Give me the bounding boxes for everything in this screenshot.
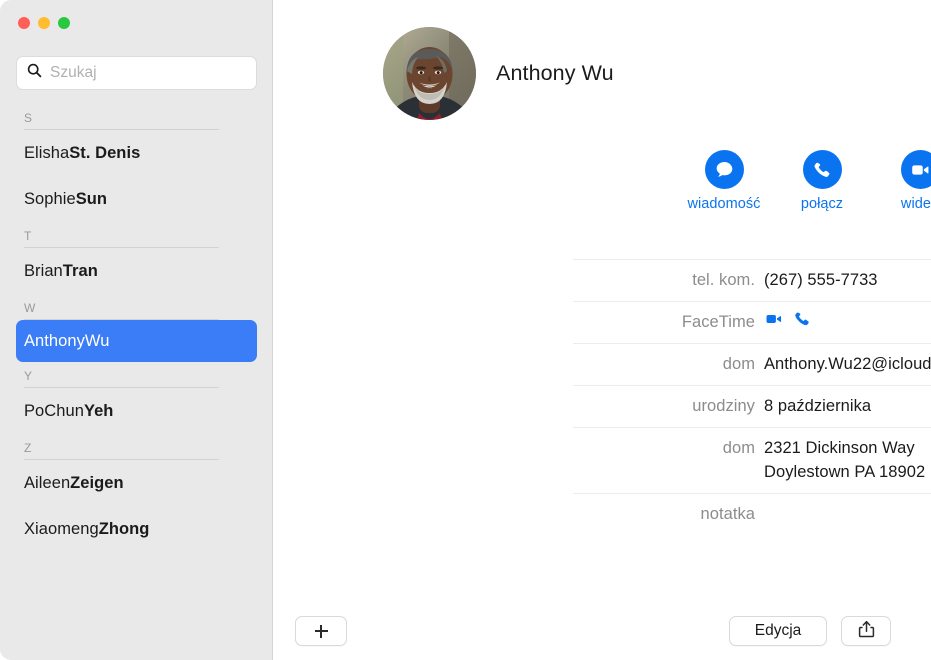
contact-given-name: Aileen (24, 473, 71, 492)
action-label: połącz (800, 196, 844, 212)
contact-given-name: PoChun (24, 401, 84, 420)
contact-list-item[interactable]: Brian Tran (0, 248, 272, 294)
field-value-icons (764, 310, 931, 334)
contact-list-item[interactable]: PoChun Yeh (0, 388, 272, 434)
field-label: urodziny (692, 397, 755, 415)
contact-family-name: Zhong (98, 519, 150, 538)
contact-given-name: Xiaomeng (24, 519, 99, 538)
maximize-window-button[interactable] (58, 17, 70, 29)
action-label: wideo (900, 196, 931, 212)
section-header-s: S (0, 104, 272, 130)
field-row[interactable]: urodziny 8 października (573, 386, 931, 428)
contact-list-item[interactable]: Aileen Zeigen (0, 460, 272, 506)
field-label: notatka (700, 505, 755, 523)
contact-list-item[interactable]: Anthony Wu (16, 320, 257, 362)
section-header-z: Z (0, 434, 272, 460)
action-wideo[interactable]: wideo (871, 150, 931, 212)
contact-family-name: Zeigen (70, 473, 124, 492)
section-letter: S (24, 111, 33, 125)
contact-name: Anthony Wu (496, 61, 614, 85)
section-letter: W (24, 301, 36, 315)
section-letter: Z (24, 441, 32, 455)
edit-button-label: Edycja (754, 622, 802, 639)
field-row[interactable]: FaceTime (573, 302, 931, 344)
field-value[interactable]: (267) 555-7733 (764, 268, 931, 292)
contact-family-name: Tran (62, 261, 98, 280)
contact-family-name: St. Denis (69, 143, 141, 162)
field-label: tel. kom. (692, 271, 755, 289)
address-line-2: Doylestown PA 18902 (764, 463, 926, 481)
bottom-toolbar: Edycja (273, 598, 931, 660)
phone-icon[interactable] (802, 150, 842, 189)
plus-icon (314, 624, 328, 638)
contact-list-item[interactable]: Elisha St. Denis (0, 130, 272, 176)
section-header-t: T (0, 222, 272, 248)
minimize-window-button[interactable] (38, 17, 50, 29)
field-row[interactable]: notatka (573, 494, 931, 535)
field-value[interactable]: 2321 Dickinson Way Doylestown PA 18902 (764, 436, 931, 484)
window-controls (18, 17, 70, 29)
contact-family-name: Sun (75, 189, 108, 208)
quick-actions: wiadomość połącz wideo email (675, 150, 931, 212)
contact-given-name: Anthony (24, 331, 85, 350)
contact-given-name: Elisha (24, 143, 70, 162)
contact-given-name: Brian (24, 261, 63, 280)
section-header-w: W (0, 294, 272, 320)
edit-button[interactable]: Edycja (729, 616, 827, 646)
facetime-audio-icon[interactable] (793, 310, 811, 335)
contact-list-item[interactable]: Xiaomeng Zhong (0, 506, 272, 552)
field-label: dom (722, 439, 755, 457)
facetime-video-icon[interactable] (764, 309, 784, 336)
close-window-button[interactable] (18, 17, 30, 29)
contact-header: Anthony Wu (383, 27, 614, 120)
search-input[interactable] (50, 64, 240, 82)
field-row[interactable]: tel. kom. (267) 555-7733 (573, 259, 931, 302)
contact-detail-pane: Anthony Wu wiadomość połącz wideo email … (273, 0, 931, 660)
field-label: FaceTime (681, 313, 755, 331)
sidebar: SElisha St. DenisSophie SunTBrian TranWA… (0, 0, 273, 660)
address-line-1: 2321 Dickinson Way (764, 439, 915, 457)
search-icon (27, 63, 42, 83)
contact-fields: tel. kom. (267) 555-7733 FaceTime dom Antho… (573, 259, 931, 535)
contact-given-name: Sophie (24, 189, 76, 208)
contact-family-name: Yeh (83, 401, 114, 420)
avatar[interactable] (383, 27, 476, 120)
action-wiadomo[interactable]: wiadomość (675, 150, 773, 212)
action-label: wiadomość (687, 196, 761, 212)
contacts-window: SElisha St. DenisSophie SunTBrian TranWA… (0, 0, 931, 660)
video-icon[interactable] (900, 150, 931, 189)
share-button[interactable] (841, 616, 891, 646)
field-row[interactable]: dom Anthony.Wu22@icloud.com (573, 344, 931, 386)
action-pocz[interactable]: połącz (773, 150, 871, 212)
field-label: dom (722, 355, 755, 373)
search-field[interactable] (16, 56, 257, 90)
add-contact-button[interactable] (295, 616, 347, 646)
contact-list-item[interactable]: Sophie Sun (0, 176, 272, 222)
field-row[interactable]: dom 2321 Dickinson Way Doylestown PA 18902 (573, 428, 931, 494)
contact-list[interactable]: S Elisha St. Denis Sophie Sun T Brian Tran W A… (0, 104, 272, 660)
message-icon[interactable] (704, 150, 744, 189)
section-letter: T (24, 229, 32, 243)
contact-family-name: Wu (84, 331, 110, 350)
section-letter: Y (24, 369, 33, 383)
field-value[interactable]: 8 października (764, 394, 931, 418)
field-value[interactable]: Anthony.Wu22@icloud.com (764, 352, 931, 376)
share-icon (858, 620, 875, 643)
section-header-y: Y (0, 362, 272, 388)
